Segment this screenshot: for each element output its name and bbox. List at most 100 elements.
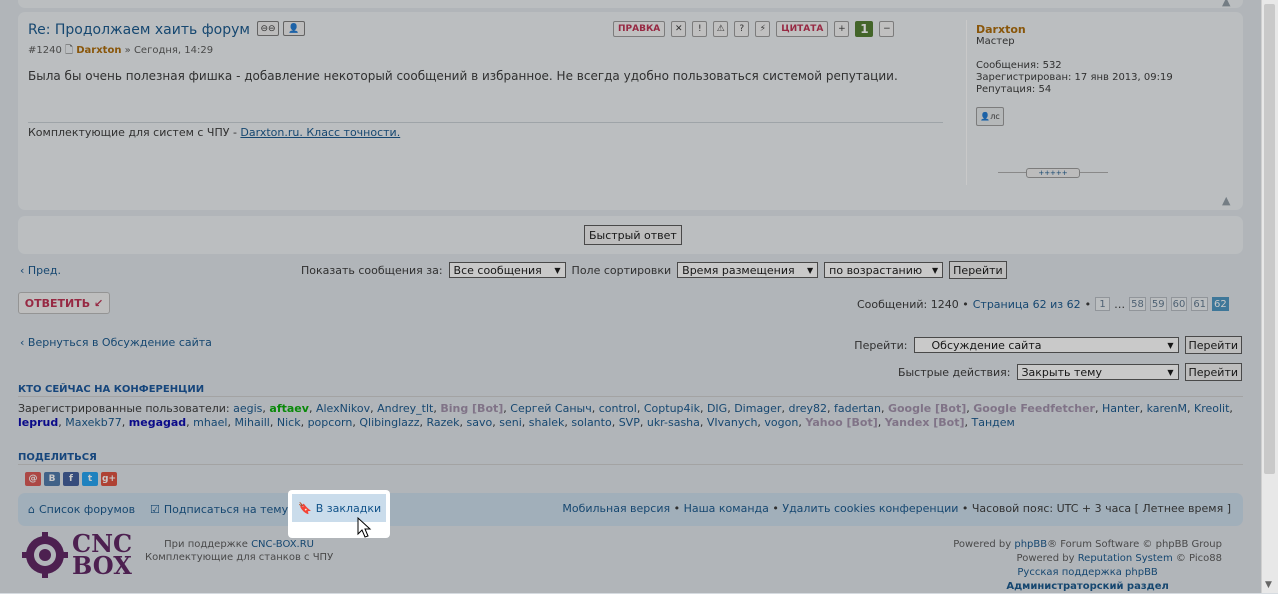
minus-icon[interactable]: − — [879, 21, 895, 37]
team-link[interactable]: Наша команда — [684, 502, 769, 515]
page-link[interactable]: 60 — [1170, 297, 1188, 311]
admin-panel-link[interactable]: Администраторский раздел — [953, 580, 1222, 594]
user-icon[interactable]: 👤 — [283, 21, 305, 36]
order-value: по возрастанию — [829, 263, 923, 277]
page-indicator[interactable]: Страница 62 из 62 — [973, 298, 1081, 311]
vkontakte-icon[interactable]: B — [44, 472, 60, 486]
online-user[interactable]: VIvanych — [707, 416, 758, 429]
twitter-icon[interactable]: t — [82, 472, 98, 486]
reputation-system-link[interactable]: Reputation System — [1078, 553, 1173, 564]
post-number[interactable]: #1240 — [28, 45, 62, 56]
online-user[interactable]: aftaev — [269, 402, 309, 415]
jump-select[interactable]: Обсуждение сайта ▼ — [913, 337, 1179, 353]
online-user[interactable]: Coptup4ik — [644, 402, 700, 415]
online-user[interactable]: Andrey_tlt — [377, 402, 433, 415]
online-user[interactable]: megagad — [129, 416, 186, 429]
online-user[interactable]: Maxekb77 — [65, 416, 122, 429]
jump-go-button[interactable]: Перейти — [1184, 336, 1242, 354]
online-user[interactable]: Google [Bot] — [888, 402, 966, 415]
online-user[interactable]: SVP — [619, 416, 640, 429]
chevron-down-icon: ▼ — [932, 265, 939, 275]
online-user[interactable]: Mihaill — [234, 416, 269, 429]
page-link[interactable]: 1 — [1095, 297, 1111, 311]
mail-ru-icon[interactable]: @ — [25, 472, 41, 486]
sort-go-button[interactable]: Перейти — [949, 261, 1007, 279]
forum-list-link[interactable]: ⌂ Список форумов — [28, 503, 135, 516]
warn-icon[interactable]: ! — [692, 21, 708, 37]
delete-icon[interactable]: ✕ — [671, 21, 687, 37]
online-user[interactable]: savo — [467, 416, 493, 429]
delete-cookies-link[interactable]: Удалить cookies конференции — [782, 502, 958, 515]
online-user[interactable]: leprud — [18, 416, 58, 429]
info-icon[interactable]: ? — [734, 21, 750, 37]
report-icon[interactable]: ⚠ — [713, 21, 729, 37]
profile-name[interactable]: Darxton — [976, 24, 1173, 36]
post-author[interactable]: Darxton — [76, 45, 121, 56]
mobile-link[interactable]: Мобильная версия — [562, 502, 670, 515]
online-user[interactable]: mhael — [193, 416, 227, 429]
quote-button[interactable]: ЦИТАТА — [776, 21, 829, 37]
quick-actions-go-button[interactable]: Перейти — [1184, 363, 1242, 381]
reputation-knob[interactable]: +++++ — [1026, 168, 1080, 178]
online-user[interactable]: vogon — [764, 416, 798, 429]
online-user[interactable]: DIG — [707, 402, 727, 415]
back-to-top-icon[interactable]: ▲ — [1222, 0, 1230, 8]
online-user[interactable]: Dimager — [734, 402, 781, 415]
online-user[interactable]: popcorn — [308, 416, 353, 429]
online-user[interactable]: drey82 — [788, 402, 827, 415]
scrollbar-thumb[interactable] — [1264, 4, 1275, 474]
online-user[interactable]: shalek — [529, 416, 565, 429]
online-user[interactable]: Bing [Bot] — [440, 402, 503, 415]
back-to-forum-link[interactable]: ‹ Вернуться в Обсуждение сайта — [20, 336, 212, 349]
sort-select[interactable]: Время размещения ▼ — [677, 262, 819, 278]
show-select[interactable]: Все сообщения ▼ — [448, 262, 566, 278]
reply-button[interactable]: ОТВЕТИТЬ ↙ — [18, 292, 110, 314]
online-user[interactable]: Yahoo [Bot] — [805, 416, 877, 429]
scroll-down-icon[interactable]: ▼ — [1265, 580, 1272, 590]
page-link[interactable]: 59 — [1149, 297, 1167, 311]
online-user[interactable]: Qlibinglazz — [359, 416, 419, 429]
support-link[interactable]: CNC-BOX.RU — [251, 539, 314, 550]
online-user[interactable]: Nick — [277, 416, 301, 429]
page-link[interactable]: 61 — [1191, 297, 1209, 311]
cnc-box-logo[interactable]: CNC BOX — [22, 532, 132, 578]
google-plus-icon[interactable]: g+ — [101, 472, 117, 486]
back-to-top-icon[interactable]: ▲ — [1222, 194, 1230, 207]
online-user[interactable]: Yandex [Bot] — [885, 416, 965, 429]
quick-actions-select[interactable]: Закрыть тему ▼ — [1016, 364, 1179, 380]
online-user[interactable]: solanto — [571, 416, 611, 429]
plus-icon[interactable]: + — [834, 21, 850, 37]
powered-suffix: ® Forum Software © phpBB Group — [1047, 539, 1222, 550]
online-user[interactable]: control — [599, 402, 637, 415]
online-user[interactable]: Тандем — [972, 416, 1015, 429]
online-user[interactable]: seni — [499, 416, 522, 429]
profile-messages[interactable]: 532 — [1043, 60, 1062, 71]
online-user[interactable]: fadertan — [834, 402, 881, 415]
prev-topic-link[interactable]: ‹ Пред. — [20, 264, 61, 277]
online-user[interactable]: Hanter — [1102, 402, 1140, 415]
karma-icon[interactable]: ⚡ — [755, 21, 771, 37]
online-user[interactable]: aegis — [233, 402, 262, 415]
post-title[interactable]: Re: Продолжаем хаить форум — [28, 22, 250, 38]
online-user[interactable]: Razek — [426, 416, 459, 429]
online-user[interactable]: ukr-sasha — [647, 416, 700, 429]
phpbb-link[interactable]: phpBB — [1014, 539, 1047, 550]
edit-button[interactable]: ПРАВКА — [613, 21, 666, 37]
page-link[interactable]: 62 — [1212, 297, 1229, 311]
link-icon[interactable]: ⊖⊖ — [257, 21, 279, 36]
profile-reputation[interactable]: 54 — [1038, 84, 1051, 95]
page-link[interactable]: 58 — [1129, 297, 1146, 311]
pm-button[interactable]: 👤 лс — [976, 107, 1004, 126]
online-user[interactable]: karenM — [1147, 402, 1187, 415]
online-user[interactable]: AlexNikov — [316, 402, 370, 415]
facebook-icon[interactable]: f — [63, 472, 79, 486]
quick-reply-button[interactable]: Быстрый ответ — [584, 225, 682, 245]
vertical-scrollbar[interactable]: ▼ — [1261, 0, 1278, 593]
signature-link[interactable]: Darxton.ru. Класс точности. — [240, 126, 400, 139]
russian-support-link[interactable]: Русская поддержка phpBB — [1017, 567, 1157, 578]
subscribe-link[interactable]: ☑ Подписаться на тему — [150, 503, 288, 516]
online-user[interactable]: Google Feedfetcher — [973, 402, 1095, 415]
order-select[interactable]: по возрастанию ▼ — [824, 262, 944, 278]
online-user[interactable]: Kreolit — [1194, 402, 1229, 415]
online-user[interactable]: Сергей Саныч — [510, 402, 591, 415]
